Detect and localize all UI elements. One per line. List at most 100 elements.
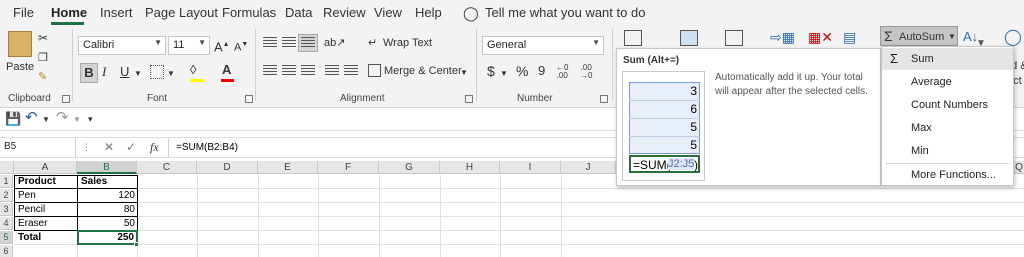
wrap-text-button[interactable]: Wrap Text (383, 34, 432, 52)
align-middle-icon[interactable] (282, 37, 296, 49)
menu-item-max[interactable]: Max (882, 117, 1013, 139)
tab-formulas[interactable]: Formulas (222, 5, 276, 20)
currency-button[interactable]: $ (487, 62, 495, 80)
menu-item-more-functions[interactable]: More Functions... (882, 164, 1013, 186)
tab-review[interactable]: Review (323, 5, 366, 20)
menu-item-sum[interactable]: Σ Sum (882, 48, 1013, 70)
increase-indent-icon[interactable] (344, 65, 358, 77)
conditional-formatting-icon[interactable] (624, 30, 642, 46)
font-name-combo[interactable]: Calibri ▼ (78, 36, 166, 55)
row-header[interactable]: 6 (0, 245, 13, 257)
autosum-button[interactable]: Σ AutoSum ▼ (880, 26, 958, 46)
decrease-indent-icon[interactable] (325, 65, 339, 77)
format-as-table-icon[interactable] (680, 30, 698, 46)
percent-button[interactable]: % (516, 62, 528, 80)
format-painter-icon[interactable]: ✎ (38, 68, 47, 86)
tab-insert[interactable]: Insert (100, 5, 133, 20)
align-top-icon[interactable] (263, 37, 277, 49)
cell-b3[interactable]: 80 (79, 203, 137, 216)
align-bottom-button[interactable] (298, 34, 318, 52)
merge-center-button[interactable]: Merge & Center (384, 62, 462, 80)
paste-button[interactable]: Paste (6, 58, 34, 76)
menu-item-average[interactable]: Average (882, 71, 1013, 93)
menu-item-min[interactable]: Min (882, 140, 1013, 162)
insert-cells-icon[interactable]: ⇨▦ (770, 28, 795, 46)
formula-input[interactable]: =SUM(B2:B4) (176, 142, 238, 153)
row-header[interactable]: 2 (0, 189, 13, 202)
italic-button[interactable]: I (102, 63, 106, 81)
column-header[interactable]: D (197, 161, 258, 174)
name-box[interactable]: B5 (0, 138, 76, 157)
orientation-icon[interactable]: ab↗ (324, 34, 345, 52)
font-launcher-icon[interactable] (245, 95, 253, 103)
cell-b2[interactable]: 120 (79, 189, 137, 202)
cell-b5[interactable]: 250 (79, 231, 136, 244)
cell-a2[interactable]: Pen (16, 189, 38, 202)
chevron-down-icon[interactable]: ▼ (167, 65, 175, 83)
align-center-icon[interactable] (282, 65, 296, 77)
underline-button[interactable]: U (120, 63, 129, 81)
tab-view[interactable]: View (374, 5, 402, 20)
clipboard-launcher-icon[interactable] (62, 95, 70, 103)
save-icon[interactable]: 💾 (5, 110, 21, 128)
comma-button[interactable]: 9 (538, 62, 545, 80)
column-header[interactable]: A (14, 161, 77, 174)
delete-cells-icon[interactable]: ▦✕ (808, 28, 833, 46)
grow-font-icon[interactable]: A▲ (214, 36, 230, 56)
cell-a3[interactable]: Pencil (16, 203, 47, 216)
number-launcher-icon[interactable] (600, 95, 608, 103)
tab-home[interactable]: Home (51, 5, 87, 20)
row-header[interactable]: 3 (0, 203, 13, 216)
column-header[interactable]: E (258, 161, 318, 174)
font-size-combo[interactable]: 11 ▼ (168, 36, 210, 55)
increase-decimal-icon[interactable]: ←0.00 (556, 64, 568, 80)
paste-icon[interactable] (8, 31, 32, 57)
shrink-font-icon[interactable]: A▼ (234, 36, 248, 57)
column-header[interactable]: F (318, 161, 379, 174)
column-header[interactable]: B (77, 161, 137, 174)
column-header[interactable]: J (561, 161, 616, 174)
column-header[interactable]: C (137, 161, 197, 174)
name-box-chevron-icon[interactable]: ⋮ (82, 138, 91, 156)
align-left-icon[interactable] (263, 65, 277, 77)
column-header[interactable]: H (440, 161, 500, 174)
chevron-down-icon[interactable]: ▼ (500, 65, 508, 83)
decrease-decimal-icon[interactable]: .00 →0 (580, 64, 592, 80)
cell-a1[interactable]: Product (16, 175, 58, 188)
fill-color-icon[interactable]: ◊ (190, 61, 196, 79)
cell-a4[interactable]: Eraser (16, 217, 49, 230)
alignment-launcher-icon[interactable] (465, 95, 473, 103)
chevron-down-icon[interactable]: ▼ (42, 111, 50, 129)
chevron-down-icon[interactable]: ▼ (73, 111, 81, 129)
row-header[interactable]: 4 (0, 217, 13, 230)
tab-file[interactable]: File (13, 5, 34, 20)
cell-b4[interactable]: 50 (79, 217, 137, 230)
tab-data[interactable]: Data (285, 5, 312, 20)
tell-me-search[interactable]: Tell me what you want to do (485, 5, 645, 20)
format-cells-icon[interactable]: ▤ (843, 28, 856, 46)
cancel-icon[interactable]: ✕ (104, 138, 114, 156)
cell-a5[interactable]: Total (16, 231, 43, 244)
tab-page-layout[interactable]: Page Layout (145, 5, 218, 20)
chevron-down-icon[interactable]: ▼ (460, 64, 468, 82)
customize-qat-icon[interactable]: ▾ (88, 110, 93, 128)
font-color-icon[interactable]: A (222, 61, 231, 79)
select-all-corner[interactable] (0, 161, 14, 174)
align-right-icon[interactable] (301, 65, 315, 77)
redo-icon[interactable]: ↷ (56, 109, 69, 127)
chevron-down-icon[interactable]: ▼ (134, 65, 142, 83)
borders-icon[interactable] (150, 65, 164, 79)
column-header[interactable]: G (379, 161, 440, 174)
row-header[interactable]: 1 (0, 175, 13, 188)
cell-b1[interactable]: Sales (79, 175, 109, 188)
row-header[interactable]: 5 (0, 231, 13, 244)
cut-icon[interactable]: ✂ (38, 29, 48, 47)
menu-item-count-numbers[interactable]: Count Numbers (882, 94, 1013, 116)
column-header[interactable]: Q (1014, 161, 1024, 174)
copy-icon[interactable]: ❐ (38, 49, 48, 67)
bold-button[interactable]: B (80, 63, 98, 83)
enter-icon[interactable]: ✓ (126, 138, 136, 156)
tab-help[interactable]: Help (415, 5, 442, 20)
number-format-combo[interactable]: General ▼ (482, 36, 604, 55)
cell-styles-icon[interactable] (725, 30, 743, 46)
